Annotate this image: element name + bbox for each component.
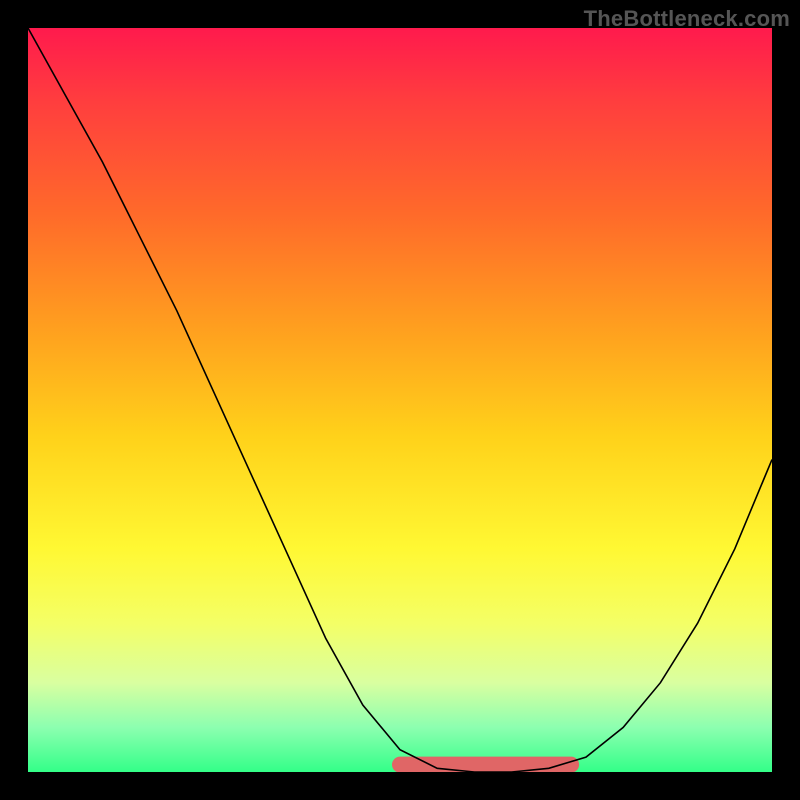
bottleneck-curve (28, 28, 772, 772)
plot-area (28, 28, 772, 772)
curve-svg (28, 28, 772, 772)
chart-frame: TheBottleneck.com (0, 0, 800, 800)
